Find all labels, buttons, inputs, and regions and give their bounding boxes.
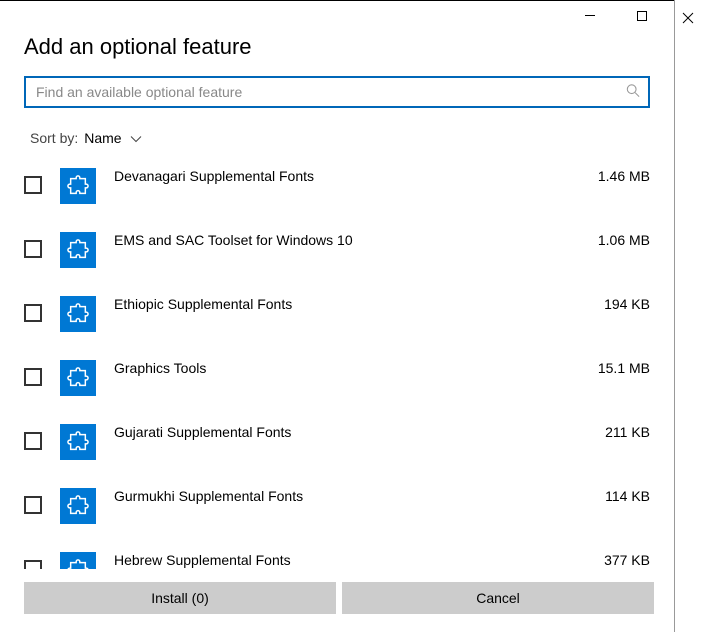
feature-size: 1.46 MB: [598, 168, 654, 184]
checkbox[interactable]: [24, 432, 42, 450]
checkbox[interactable]: [24, 176, 42, 194]
sort-value: Name: [84, 130, 121, 146]
titlebar: [0, 0, 674, 30]
feature-name: Hebrew Supplemental Fonts: [114, 552, 586, 568]
sort-selector[interactable]: Sort by: Name: [0, 116, 674, 154]
list-item[interactable]: Ethiopic Supplemental Fonts 194 KB: [24, 288, 654, 352]
feature-size: 211 KB: [605, 424, 654, 440]
feature-name: Gujarati Supplemental Fonts: [114, 424, 587, 440]
sort-label: Sort by:: [30, 130, 78, 146]
checkbox[interactable]: [24, 240, 42, 258]
checkbox[interactable]: [24, 560, 42, 569]
close-icon: [682, 12, 694, 24]
cancel-button[interactable]: Cancel: [342, 582, 654, 614]
puzzle-icon: [60, 360, 96, 396]
chevron-down-icon: [130, 130, 142, 146]
list-item[interactable]: Hebrew Supplemental Fonts 377 KB: [24, 544, 654, 569]
list-item[interactable]: Graphics Tools 15.1 MB: [24, 352, 654, 416]
feature-size: 114 KB: [605, 488, 654, 504]
puzzle-icon: [60, 296, 96, 332]
feature-name: Ethiopic Supplemental Fonts: [114, 296, 586, 312]
feature-size: 15.1 MB: [598, 360, 654, 376]
feature-size: 194 KB: [604, 296, 654, 312]
search-input[interactable]: [24, 76, 650, 108]
feature-name: Gurmukhi Supplemental Fonts: [114, 488, 587, 504]
puzzle-icon: [60, 232, 96, 268]
maximize-icon: [637, 11, 647, 21]
puzzle-icon: [60, 168, 96, 204]
feature-list[interactable]: Devanagari Supplemental Fonts 1.46 MB EM…: [0, 154, 674, 569]
list-item[interactable]: Gujarati Supplemental Fonts 211 KB: [24, 416, 654, 480]
feature-size: 1.06 MB: [598, 232, 654, 248]
puzzle-icon: [60, 488, 96, 524]
close-button[interactable]: [673, 8, 703, 28]
puzzle-icon: [60, 424, 96, 460]
feature-name: Graphics Tools: [114, 360, 580, 376]
minimize-button[interactable]: [570, 2, 610, 30]
minimize-icon: [585, 15, 595, 16]
feature-size: 377 KB: [604, 552, 654, 568]
checkbox[interactable]: [24, 368, 42, 386]
checkbox[interactable]: [24, 496, 42, 514]
checkbox[interactable]: [24, 304, 42, 322]
list-item[interactable]: Devanagari Supplemental Fonts 1.46 MB: [24, 160, 654, 224]
search-icon: [626, 84, 640, 101]
feature-name: EMS and SAC Toolset for Windows 10: [114, 232, 580, 248]
install-button[interactable]: Install (0): [24, 582, 336, 614]
puzzle-icon: [60, 552, 96, 569]
maximize-button[interactable]: [622, 2, 662, 30]
list-item[interactable]: EMS and SAC Toolset for Windows 10 1.06 …: [24, 224, 654, 288]
list-item[interactable]: Gurmukhi Supplemental Fonts 114 KB: [24, 480, 654, 544]
footer: Install (0) Cancel: [0, 569, 674, 632]
page-title: Add an optional feature: [24, 34, 650, 60]
feature-name: Devanagari Supplemental Fonts: [114, 168, 580, 184]
